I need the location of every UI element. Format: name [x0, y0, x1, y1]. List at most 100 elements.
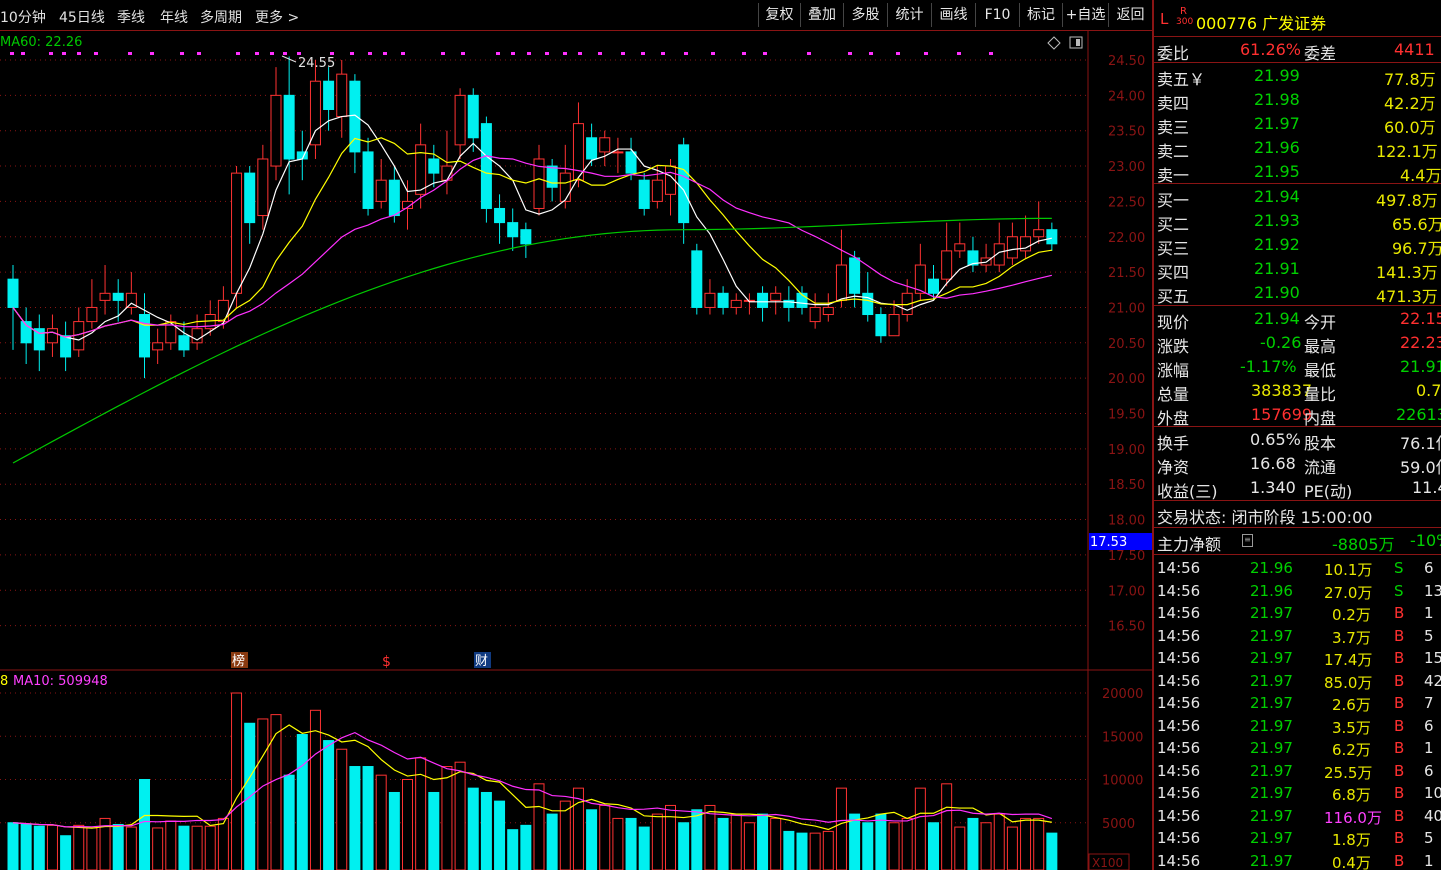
tick-volume: 10.1万 — [1324, 561, 1373, 579]
volume-bar — [783, 830, 795, 870]
stat-label: 涨幅 — [1157, 361, 1190, 380]
ma-lines — [12, 114, 1052, 464]
signal-dot — [545, 52, 549, 55]
candles — [7, 56, 1058, 379]
bid-volume: 141.3万 — [1376, 263, 1438, 282]
period-year[interactable]: 年线 — [160, 7, 188, 27]
volume-unit-label: X100 — [1092, 856, 1123, 870]
vol-label-prefix: 8 — [0, 674, 8, 689]
candle-body — [717, 292, 729, 308]
volume-bar — [757, 813, 769, 870]
volume-bar — [428, 791, 440, 870]
candle-body — [46, 328, 58, 344]
tick-count: 6 — [1424, 761, 1434, 780]
event-rank-icon[interactable]: 榜 — [232, 653, 245, 669]
volume-bars — [7, 692, 1058, 870]
candle-body — [428, 158, 440, 174]
draw-line-button[interactable]: 画线 — [931, 3, 975, 27]
signal-dot — [461, 52, 465, 55]
price-tick: 19.00 — [1108, 443, 1145, 458]
mark-button[interactable]: 标记 — [1019, 3, 1062, 27]
bid-row: 买二 21.93 65.6万 — [1154, 209, 1441, 234]
volume-bar — [862, 822, 874, 870]
candle-body — [480, 123, 492, 209]
signal-dot — [94, 52, 98, 55]
stat-label-2: 今开 — [1304, 313, 1337, 332]
volume-axis: 20000 15000 10000 5000 — [1102, 687, 1143, 832]
period-45day[interactable]: 45日线 — [59, 7, 105, 27]
tick-time: 14:56 — [1157, 626, 1201, 645]
candle-body — [217, 299, 229, 323]
detail-icon[interactable]: ≡ — [1242, 534, 1253, 547]
volume-bar — [139, 779, 150, 870]
bid-label: 买二 — [1157, 215, 1190, 234]
period-more[interactable]: 更多 > — [255, 7, 299, 27]
add-watchlist-button[interactable]: +自选 — [1062, 3, 1108, 27]
r-badge: R — [1180, 6, 1187, 17]
vol-ma5-line — [12, 724, 1052, 831]
bid-volume: 65.6万 — [1392, 215, 1441, 234]
volume-bar — [323, 740, 335, 870]
candle-body — [336, 73, 348, 118]
tick-side: B — [1394, 694, 1405, 712]
stat-value: 21.94 — [1254, 309, 1300, 328]
tick-price: 21.97 — [1250, 716, 1293, 735]
period-quarter[interactable]: 季线 — [117, 7, 145, 27]
signal-dot — [989, 52, 993, 55]
candle-body — [270, 94, 282, 167]
signal-dot — [401, 52, 405, 55]
candle-body — [257, 158, 269, 217]
overlay-button[interactable]: 叠加 — [800, 3, 843, 27]
tick-row: 14:56 21.96 10.1万 S 6 — [1154, 557, 1441, 579]
candle-body — [349, 80, 361, 153]
tick-count: 1 — [1424, 851, 1434, 870]
vol-tick: 5000 — [1102, 817, 1135, 832]
event-finance-icon[interactable]: 财 — [475, 654, 488, 669]
stat2-label: 收益(三) — [1157, 482, 1218, 501]
multi-stock-button[interactable]: 多股 — [843, 3, 887, 27]
tick-time: 14:56 — [1157, 581, 1201, 600]
ask-volume: 42.2万 — [1384, 94, 1436, 113]
tick-count: 6 — [1424, 559, 1434, 577]
volume-bar — [993, 813, 1005, 870]
bid-label: 买三 — [1157, 239, 1190, 258]
volume-bar — [1046, 832, 1058, 870]
event-dollar-icon[interactable]: $ — [382, 654, 391, 670]
candle-body — [152, 342, 164, 351]
candle-body — [651, 179, 663, 202]
ask-price: 21.96 — [1254, 138, 1300, 157]
vol-tick: 10000 — [1102, 774, 1143, 789]
tick-time: 14:56 — [1157, 716, 1201, 735]
volume-ma-lines — [12, 724, 1053, 831]
tick-count: 10 — [1424, 784, 1441, 802]
f10-button[interactable]: F10 — [975, 3, 1019, 27]
tick-price: 21.97 — [1250, 604, 1293, 622]
period-10min[interactable]: 10分钟 — [0, 7, 46, 27]
period-multi[interactable]: 多周期 — [200, 7, 242, 27]
stat-value: -0.26 — [1260, 333, 1302, 352]
back-button[interactable]: 返回 — [1108, 3, 1152, 27]
volume-bar — [494, 800, 506, 870]
fuquan-button[interactable]: 复权 — [758, 3, 800, 27]
tick-count: 5 — [1424, 626, 1434, 645]
stat2-value: 1.340 — [1250, 478, 1296, 497]
signal-dots-row — [10, 52, 993, 55]
volume-bar — [599, 804, 611, 870]
stat2-value-2: 76.1亿 — [1400, 434, 1441, 453]
main-flow-row[interactable]: 主力净额 ≡ -8805万 -10% — [1154, 529, 1441, 554]
volume-bar — [165, 820, 177, 870]
signal-dot — [563, 52, 567, 55]
l-badge: L — [1160, 10, 1169, 28]
candle-body — [546, 165, 558, 188]
kline-chart[interactable]: MA60: 22.26 24.50 24.00 23.50 23.00 22.50 22.… — [0, 31, 1152, 870]
ask-label: 卖四 — [1157, 94, 1190, 113]
diamond-icon[interactable] — [1047, 36, 1061, 50]
candle-body — [388, 179, 400, 217]
candle-body — [191, 328, 203, 344]
statistics-button[interactable]: 统计 — [887, 3, 931, 27]
volume-bar — [507, 829, 519, 870]
volume-bar — [309, 709, 321, 870]
candle-body — [1033, 229, 1045, 238]
volume-bar — [770, 817, 782, 870]
candle-body — [362, 151, 374, 209]
